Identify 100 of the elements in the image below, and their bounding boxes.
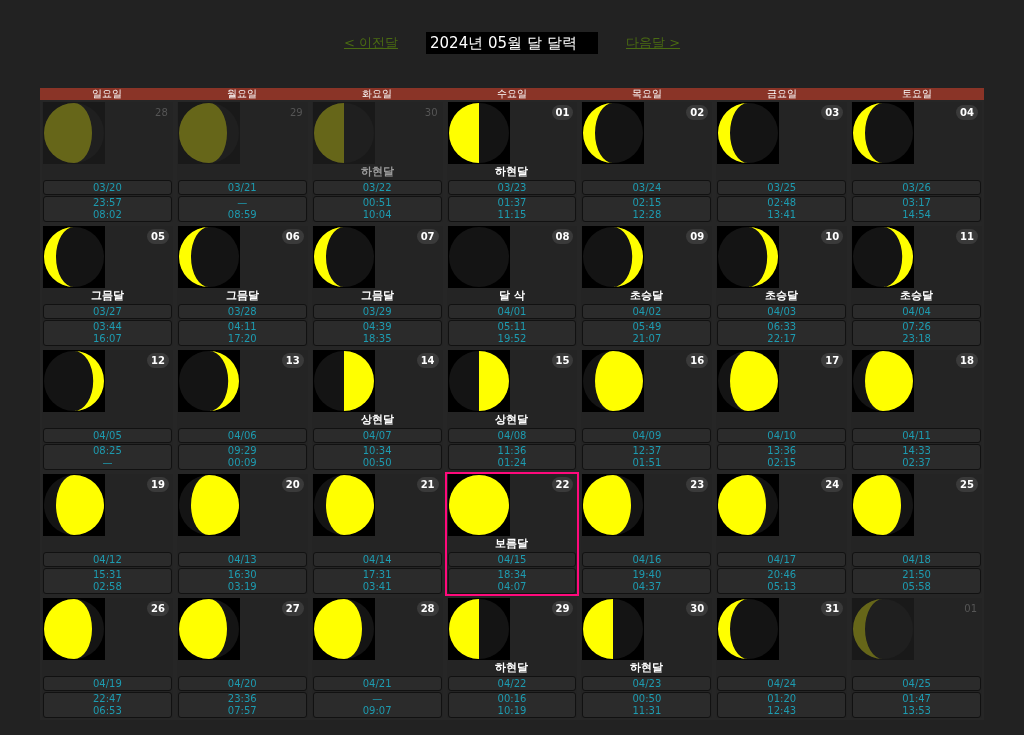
time-text: 01:47 xyxy=(902,693,931,705)
time-text: — xyxy=(237,197,248,209)
time-text: 05:58 xyxy=(902,581,931,593)
day-cell[interactable]: 20 04/13 16:30 03:19 xyxy=(174,472,310,596)
phase-label: 그믐달 xyxy=(360,289,394,303)
time-text: 14:54 xyxy=(902,209,931,221)
day-cell[interactable]: 17 04/10 13:36 02:15 xyxy=(714,348,850,472)
day-cell[interactable]: 22 보름달 04/15 18:34 04:07 xyxy=(444,472,580,596)
day-cell[interactable]: 25 04/18 21:50 05:58 xyxy=(849,472,984,596)
day-number: 05 xyxy=(146,229,169,244)
day-cell[interactable]: 11 초승달 04/04 07:26 23:18 xyxy=(849,224,984,348)
lunar-date: 03/28 xyxy=(177,304,307,319)
day-cell[interactable]: 19 04/12 15:31 02:58 xyxy=(40,472,175,596)
day-cell[interactable]: 26 04/19 22:47 06:53 xyxy=(40,596,175,720)
phase-label: 초승달 xyxy=(630,289,664,303)
day-cell[interactable]: 03 03/25 02:48 13:41 xyxy=(714,100,850,224)
day-number: 07 xyxy=(416,229,439,244)
lunar-date: 03/21 xyxy=(177,180,307,195)
lunar-date: 04/19 xyxy=(43,676,172,691)
time-text: 17:20 xyxy=(227,333,257,345)
weekday-label: 월요일 xyxy=(226,88,259,100)
day-cell[interactable]: 05 그믐달 03/27 03:44 16:07 xyxy=(40,224,175,348)
time-text: 13:53 xyxy=(902,705,931,717)
time-text: 23:36 xyxy=(227,693,257,705)
day-number: 06 xyxy=(281,229,304,244)
time-text: 00:50 xyxy=(632,693,662,705)
phase-label: 초승달 xyxy=(765,289,799,303)
time-text: 08:59 xyxy=(227,209,257,221)
day-number: 27 xyxy=(281,601,304,616)
time-text: 07:26 xyxy=(902,321,931,333)
day-number: 31 xyxy=(821,601,844,616)
day-number: 19 xyxy=(146,477,169,492)
time-text: 01:51 xyxy=(632,457,662,469)
day-cell[interactable]: 16 04/09 12:37 01:51 xyxy=(579,348,715,472)
day-cell[interactable]: 13 04/06 09:29 00:09 xyxy=(174,348,310,472)
day-cell[interactable]: 15 상현달 04/08 11:36 01:24 xyxy=(444,348,580,472)
weekday-label: 화요일 xyxy=(361,88,394,100)
day-cell[interactable]: 21 04/14 17:31 03:41 xyxy=(309,472,445,596)
day-cell[interactable]: 18 04/11 14:33 02:37 xyxy=(849,348,984,472)
time-text: 11:15 xyxy=(497,209,527,221)
time-text: 02:58 xyxy=(93,581,122,593)
time-text: 11:31 xyxy=(632,705,662,717)
day-cell[interactable]: 07 그믐달 03/29 04:39 18:35 xyxy=(309,224,445,348)
day-number: 26 xyxy=(146,601,169,616)
lunar-date: 04/02 xyxy=(582,304,712,319)
time-text: 05:11 xyxy=(497,321,527,333)
day-number: 02 xyxy=(686,105,709,120)
time-text: 13:36 xyxy=(767,445,797,457)
time-text: 16:30 xyxy=(227,569,257,581)
day-cell[interactable]: 02 03/24 02:15 12:28 xyxy=(579,100,715,224)
day-number: 01 xyxy=(551,105,574,120)
time-text: 06:53 xyxy=(93,705,122,717)
day-cell[interactable]: 28 04/21 — 09:07 xyxy=(309,596,445,720)
day-cell[interactable]: 06 그믐달 03/28 04:11 17:20 xyxy=(174,224,310,348)
day-cell[interactable]: 29 하현달 04/22 00:16 10:19 xyxy=(444,596,580,720)
day-number: 28 xyxy=(416,601,439,616)
time-text: 03:41 xyxy=(362,581,392,593)
day-cell[interactable]: 08 달 삭 04/01 05:11 19:52 xyxy=(444,224,580,348)
phase-label: 하현달 xyxy=(495,661,529,675)
weekday-label: 금요일 xyxy=(765,88,798,100)
time-text: — xyxy=(102,457,113,469)
time-text: 00:50 xyxy=(362,457,392,469)
day-cell[interactable]: 27 04/20 23:36 07:57 xyxy=(174,596,310,720)
phase-label: 달 삭 xyxy=(499,289,525,303)
day-cell[interactable]: 09 초승달 04/02 05:49 21:07 xyxy=(579,224,715,348)
phase-label: 상현달 xyxy=(360,413,394,427)
time-text: 03:44 xyxy=(93,321,122,333)
time-text: 21:50 xyxy=(902,569,931,581)
lunar-date: 04/01 xyxy=(447,304,577,319)
day-cell[interactable]: 10 초승달 04/03 06:33 22:17 xyxy=(714,224,850,348)
day-cell[interactable]: 04 03/26 03:17 14:54 xyxy=(849,100,984,224)
day-number: 21 xyxy=(416,477,439,492)
time-text: 00:51 xyxy=(362,197,392,209)
time-text: 05:49 xyxy=(632,321,662,333)
day-number: 10 xyxy=(821,229,844,244)
lunar-date: 04/11 xyxy=(852,428,981,443)
day-cell[interactable]: 14 상현달 04/07 10:34 00:50 xyxy=(309,348,445,472)
time-text: 03:17 xyxy=(902,197,931,209)
lunar-date: 04/21 xyxy=(312,676,442,691)
time-text: 01:20 xyxy=(767,693,797,705)
time-text: 18:35 xyxy=(362,333,392,345)
day-cell[interactable]: 31 04/24 01:20 12:43 xyxy=(714,596,850,720)
day-cell[interactable]: 30 하현달 04/23 00:50 11:31 xyxy=(579,596,715,720)
day-cell[interactable]: 23 04/16 19:40 04:37 xyxy=(579,472,715,596)
lunar-date: 03/26 xyxy=(852,180,981,195)
time-text: 08:02 xyxy=(93,209,122,221)
day-number: 11 xyxy=(956,229,978,244)
phase-label: 상현달 xyxy=(495,413,529,427)
day-cell[interactable]: 24 04/17 20:46 05:13 xyxy=(714,472,850,596)
time-text: 18:34 xyxy=(497,569,527,581)
day-number: 30 xyxy=(686,601,709,616)
day-number: 14 xyxy=(416,353,439,368)
lunar-date: 04/22 xyxy=(447,676,577,691)
lunar-date: 04/03 xyxy=(717,304,847,319)
time-text: 10:04 xyxy=(362,209,392,221)
time-text: 23:57 xyxy=(93,197,122,209)
day-cell[interactable]: 01 하현달 03/23 01:37 11:15 xyxy=(444,100,580,224)
time-text: 04:07 xyxy=(497,581,527,593)
time-text: 15:31 xyxy=(93,569,122,581)
day-cell[interactable]: 12 04/05 08:25 — xyxy=(40,348,175,472)
